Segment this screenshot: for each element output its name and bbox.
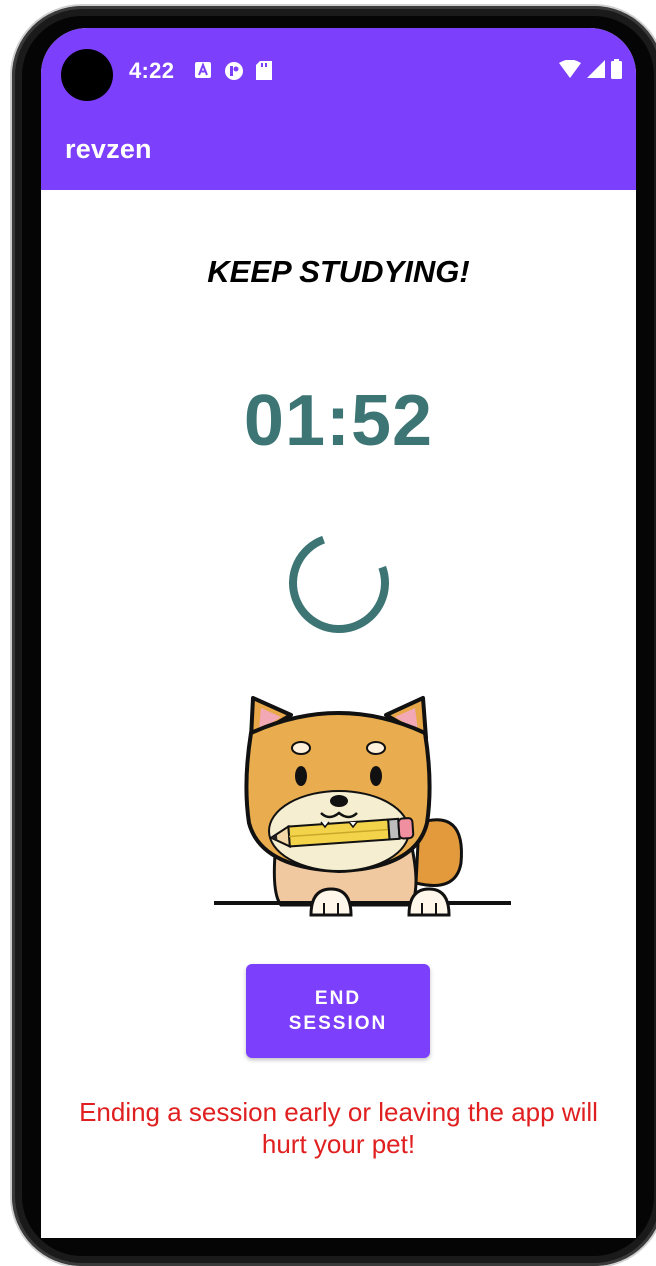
status-icons-right	[559, 59, 622, 84]
warning-text: Ending a session early or leaving the ap…	[79, 1097, 598, 1159]
app-title: revzen	[65, 134, 152, 164]
shiba-pet-icon	[214, 696, 511, 917]
front-camera	[61, 49, 113, 101]
session-timer: 01:52	[243, 381, 434, 461]
progress-spinner	[289, 533, 389, 633]
status-bar: 4:22	[41, 28, 636, 110]
status-time: 4:22	[129, 58, 175, 83]
app-bar: revzen	[41, 110, 636, 190]
app-screen: 4:22 revzen KEEP STUDYING! 01:52 END SES…	[41, 28, 636, 1238]
battery-icon	[611, 59, 622, 84]
signal-icon	[587, 60, 605, 83]
notification-p-icon	[224, 61, 244, 86]
end-session-button[interactable]: END SESSION	[246, 964, 430, 1058]
page-heading: KEEP STUDYING!	[207, 254, 470, 289]
progress-arc	[289, 533, 389, 633]
wifi-icon	[559, 59, 581, 83]
sd-card-icon	[256, 61, 272, 85]
notification-a-icon	[194, 61, 212, 84]
